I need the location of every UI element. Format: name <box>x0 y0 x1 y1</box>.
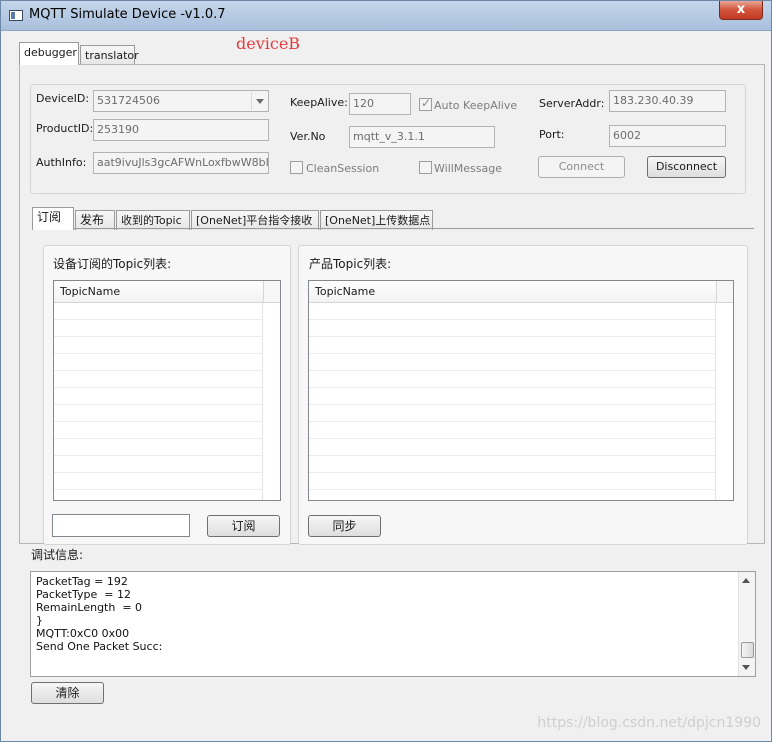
log-line: MQTT:0xC0 0x00 <box>36 627 130 640</box>
product-id-field[interactable]: 253190 <box>93 119 269 141</box>
device-label-overlay: deviceB <box>236 34 301 53</box>
chevron-down-icon[interactable] <box>251 92 267 110</box>
will-message-label: WillMessage <box>434 162 503 175</box>
device-topics-list[interactable]: TopicName <box>53 280 281 501</box>
device-topics-title: 设备订阅的Topic列表: <box>53 257 172 271</box>
title-bar: MQTT Simulate Device -v1.0.7 x <box>1 1 771 31</box>
auto-keepalive-checkbox[interactable] <box>419 96 432 111</box>
watermark: https://blog.csdn.net/dpjcn1990 <box>537 715 761 731</box>
log-line: Send One Packet Succ: <box>36 640 163 653</box>
column-header-filler <box>716 281 733 303</box>
close-button[interactable]: x <box>719 1 763 20</box>
auth-info-field[interactable]: aat9ivuJls3gcAFWnLoxfbwW8bI= <box>93 152 269 174</box>
clear-log-button[interactable]: 清除 <box>31 682 104 704</box>
app-window: MQTT Simulate Device -v1.0.7 x deviceB d… <box>0 0 772 742</box>
device-id-label: DeviceID: <box>36 92 90 105</box>
product-topics-title: 产品Topic列表: <box>309 257 392 271</box>
debug-info-label: 调试信息: <box>31 548 84 562</box>
subscribe-button[interactable]: 订阅 <box>207 515 280 537</box>
log-line: PacketTag = 192 <box>36 575 128 588</box>
scroll-up-icon[interactable] <box>742 578 750 583</box>
will-message-checkbox[interactable] <box>419 161 432 174</box>
scroll-down-icon[interactable] <box>742 665 750 670</box>
tab-debugger[interactable]: debugger <box>19 42 79 65</box>
server-addr-label: ServerAddr: <box>539 97 605 110</box>
tab-translator[interactable]: translator <box>80 45 139 65</box>
log-line: PacketType = 12 <box>36 588 131 601</box>
auto-keepalive-label: Auto KeepAlive <box>434 99 518 112</box>
version-label: Ver.No <box>290 130 326 143</box>
sync-button[interactable]: 同步 <box>308 515 381 537</box>
app-icon <box>9 10 23 21</box>
port-label: Port: <box>539 128 565 141</box>
debug-log[interactable]: PacketTag = 192 PacketType = 12 RemainLe… <box>30 571 756 677</box>
device-id-combo[interactable]: 531724506 <box>93 90 269 112</box>
tab-onenet-upload[interactable]: [OneNet]上传数据点 <box>320 210 433 230</box>
tab-divider <box>32 228 754 229</box>
tab-received-topic[interactable]: 收到的Topic <box>116 210 190 230</box>
keepalive-label: KeepAlive: <box>290 96 348 109</box>
list-rows <box>54 303 263 500</box>
product-topics-list[interactable]: TopicName <box>308 280 734 501</box>
clean-session-checkbox[interactable] <box>290 161 303 174</box>
list-column-line <box>262 303 263 500</box>
tab-publish[interactable]: 发布 <box>75 210 115 230</box>
connect-button[interactable]: Connect <box>538 156 625 178</box>
column-header-topic-name[interactable]: TopicName <box>54 281 263 303</box>
product-id-label: ProductID: <box>36 122 94 135</box>
version-field[interactable]: mqtt_v_3.1.1 <box>349 126 495 148</box>
server-addr-field[interactable]: 183.230.40.39 <box>609 90 726 112</box>
auth-info-label: AuthInfo: <box>36 156 87 169</box>
window-title: MQTT Simulate Device -v1.0.7 <box>29 7 226 22</box>
clean-session-label: CleanSession <box>306 162 380 175</box>
topic-input[interactable] <box>52 514 190 537</box>
column-header-topic-name[interactable]: TopicName <box>309 281 716 303</box>
port-field[interactable]: 6002 <box>609 125 726 147</box>
log-line: } <box>36 614 43 627</box>
list-column-line <box>715 303 716 500</box>
tab-onenet-command[interactable]: [OneNet]平台指令接收 <box>191 210 319 230</box>
scroll-thumb[interactable] <box>741 642 754 658</box>
tab-subscribe[interactable]: 订阅 <box>32 207 74 230</box>
column-header-filler <box>263 281 280 303</box>
keepalive-field[interactable]: 120 <box>349 93 411 115</box>
device-id-value: 531724506 <box>97 94 160 107</box>
log-line: RemainLength = 0 <box>36 601 143 614</box>
debug-log-scrollbar[interactable] <box>738 572 755 676</box>
list-rows <box>309 303 716 500</box>
disconnect-button[interactable]: Disconnect <box>647 156 726 178</box>
